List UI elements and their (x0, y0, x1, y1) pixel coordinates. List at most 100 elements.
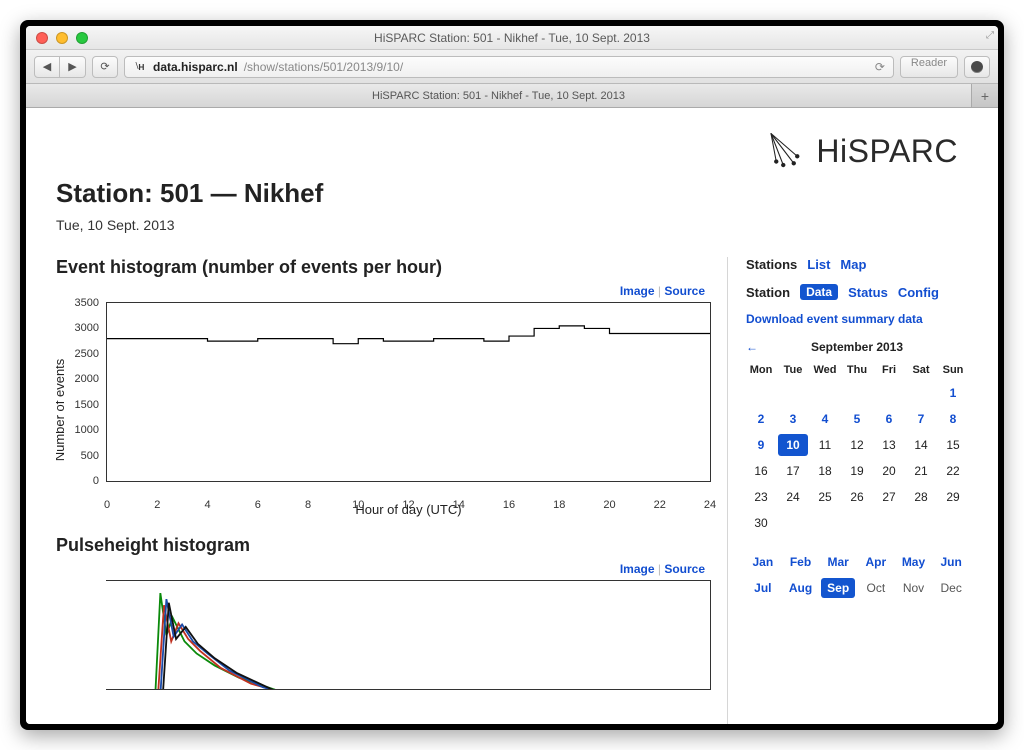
cal-dow: Sun (938, 362, 968, 378)
list-link[interactable]: List (807, 257, 830, 272)
pulseheight-title: Pulseheight histogram (56, 535, 711, 556)
data-pill[interactable]: Data (800, 284, 838, 300)
cal-day-15: 15 (938, 434, 968, 456)
cal-month-oct: Oct (859, 578, 893, 598)
cal-day-27: 27 (874, 486, 904, 508)
cal-day-11: 11 (810, 434, 840, 456)
active-tab[interactable]: HiSPARC Station: 501 - Nikhef - Tue, 10 … (26, 84, 972, 107)
cal-month-apr[interactable]: Apr (859, 552, 893, 572)
event-histogram-links: Image | Source (56, 284, 711, 298)
cal-day-5[interactable]: 5 (842, 408, 872, 430)
chart2-source-link[interactable]: Source (664, 562, 705, 576)
cal-day-23: 23 (746, 486, 776, 508)
cal-prev[interactable]: ← (746, 340, 758, 354)
cal-month-aug[interactable]: Aug (784, 578, 818, 598)
resize-icon[interactable]: ⤢ (986, 30, 994, 41)
map-link[interactable]: Map (840, 257, 866, 272)
cal-day-14: 14 (906, 434, 936, 456)
cal-blank (906, 382, 936, 404)
cal-day-17: 17 (778, 460, 808, 482)
chart1-ytick: 1000 (75, 424, 99, 436)
window-inner: HiSPARC Station: 501 - Nikhef - Tue, 10 … (26, 26, 998, 724)
titlebar: HiSPARC Station: 501 - Nikhef - Tue, 10 … (26, 26, 998, 50)
calendar: ← September 2013 MonTueWedThuFriSatSun 1… (746, 340, 968, 598)
station-label: Station (746, 285, 790, 300)
chart1-xtick: 16 (503, 499, 515, 511)
download-link[interactable]: Download event summary data (746, 312, 968, 326)
content: HiSPARC Station: 501 — Nikhef Tue, 10 Se… (26, 108, 998, 724)
window-title: HiSPARC Station: 501 - Nikhef - Tue, 10 … (26, 31, 998, 45)
chart1-xtick: 12 (402, 499, 414, 511)
zoom-button[interactable] (76, 32, 88, 44)
cal-month-mar[interactable]: Mar (821, 552, 855, 572)
main-column: Event histogram (number of events per ho… (56, 257, 728, 724)
cal-day-4[interactable]: 4 (810, 408, 840, 430)
cal-title: September 2013 (811, 340, 903, 354)
cal-blank (746, 382, 776, 404)
reload-inline-icon[interactable]: ⟳ (875, 60, 885, 74)
cal-month-jan[interactable]: Jan (746, 552, 780, 572)
close-button[interactable] (36, 32, 48, 44)
chart1-xtick: 4 (204, 499, 210, 511)
cal-day-24: 24 (778, 486, 808, 508)
cal-day-16: 16 (746, 460, 776, 482)
cal-day-8[interactable]: 8 (938, 408, 968, 430)
cal-day-3[interactable]: 3 (778, 408, 808, 430)
chart1-ytick: 1500 (75, 399, 99, 411)
chart1-image-link[interactable]: Image (620, 284, 655, 298)
chart1-xtick: 10 (352, 499, 364, 511)
new-tab-button[interactable]: + (972, 84, 998, 107)
url-bar[interactable]: \H data.hisparc.nl/show/stations/501/201… (124, 56, 894, 78)
chart1-xtick: 20 (603, 499, 615, 511)
cal-month-sep[interactable]: Sep (821, 578, 855, 598)
cal-day-7[interactable]: 7 (906, 408, 936, 430)
cal-day-30: 30 (746, 512, 776, 534)
cal-day-12: 12 (842, 434, 872, 456)
cal-month-jun[interactable]: Jun (934, 552, 968, 572)
forward-button[interactable]: ▶ (60, 56, 86, 78)
chart1-ytick: 0 (93, 475, 99, 487)
cal-day-1[interactable]: 1 (938, 382, 968, 404)
brand-name: HiSPARC (816, 133, 958, 170)
url-path: /show/stations/501/2013/9/10/ (244, 60, 403, 74)
cal-day-26: 26 (842, 486, 872, 508)
event-histogram-chart: 0500100015002000250030003500 02468101214… (106, 302, 711, 482)
cal-day-2[interactable]: 2 (746, 408, 776, 430)
chart1-xtick: 6 (255, 499, 261, 511)
cal-day-9[interactable]: 9 (746, 434, 776, 456)
cal-dow: Fri (874, 362, 904, 378)
nav-buttons: ◀ ▶ (34, 56, 86, 78)
page-date: Tue, 10 Sept. 2013 (56, 217, 968, 233)
cal-day-29: 29 (938, 486, 968, 508)
config-link[interactable]: Config (898, 285, 939, 300)
cal-month-nov: Nov (897, 578, 931, 598)
chart1-xtick: 0 (104, 499, 110, 511)
chart1-ytick: 3500 (75, 297, 99, 309)
page-title: Station: 501 — Nikhef (56, 178, 968, 209)
share-button[interactable] (964, 56, 990, 78)
chart1-ytick: 500 (81, 450, 99, 462)
chart1-xtick: 2 (154, 499, 160, 511)
chart1-source-link[interactable]: Source (664, 284, 705, 298)
side-column: Stations List Map Station Data Status Co… (728, 257, 968, 724)
cal-day-6[interactable]: 6 (874, 408, 904, 430)
chart1-xtick: 22 (654, 499, 666, 511)
tab-bar: HiSPARC Station: 501 - Nikhef - Tue, 10 … (26, 84, 998, 108)
reader-button[interactable]: Reader (900, 56, 958, 78)
reload-button[interactable]: ⟳ (92, 56, 118, 78)
back-button[interactable]: ◀ (34, 56, 60, 78)
cal-dow: Tue (778, 362, 808, 378)
minimize-button[interactable] (56, 32, 68, 44)
cal-month-may[interactable]: May (897, 552, 931, 572)
chart2-image-link[interactable]: Image (620, 562, 655, 576)
cal-day-25: 25 (810, 486, 840, 508)
cal-day-10[interactable]: 10 (778, 434, 808, 456)
pulseheight-chart: 5001000500010000 (106, 580, 711, 690)
status-link[interactable]: Status (848, 285, 888, 300)
cal-month-feb[interactable]: Feb (784, 552, 818, 572)
cal-day-21: 21 (906, 460, 936, 482)
cal-month-jul[interactable]: Jul (746, 578, 780, 598)
chart1-xtick: 18 (553, 499, 565, 511)
hisparc-logo-icon (764, 130, 806, 172)
tab-title: HiSPARC Station: 501 - Nikhef - Tue, 10 … (372, 90, 625, 102)
